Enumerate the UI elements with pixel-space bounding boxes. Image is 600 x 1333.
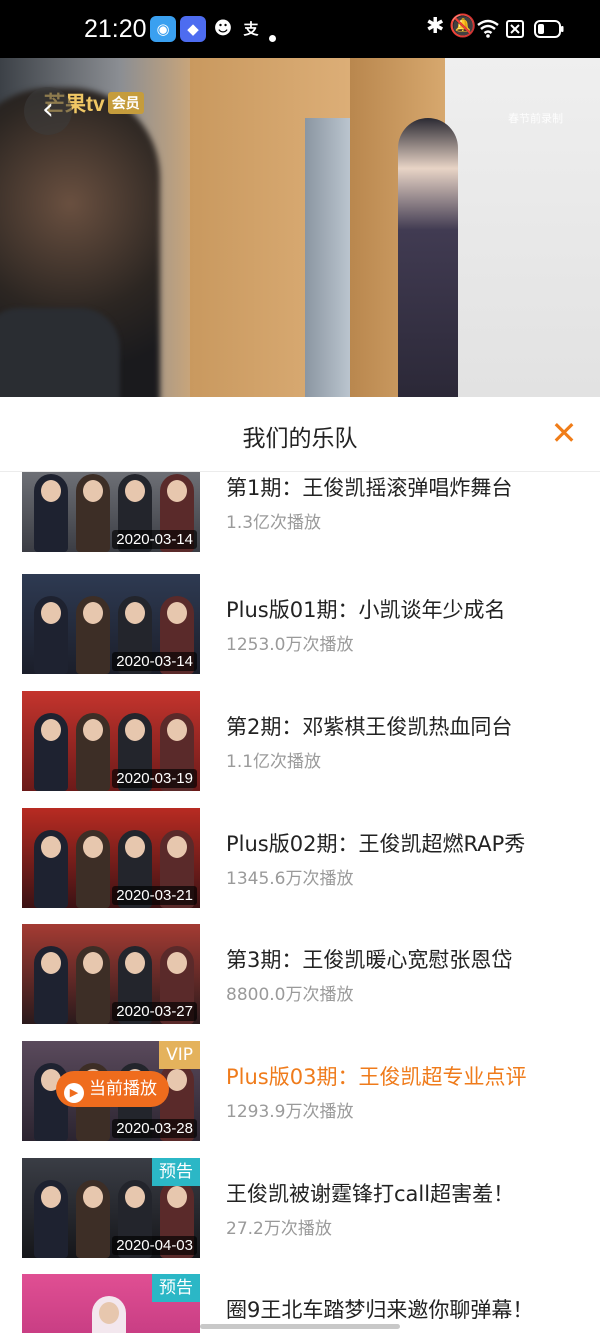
episode-play-count: 1.1亿次播放: [226, 752, 322, 772]
performer-silhouette: [76, 713, 110, 791]
performer-silhouette: [92, 1296, 126, 1333]
episode-title[interactable]: Plus版02期：王俊凯超燃RAP秀: [226, 828, 525, 858]
now-playing-badge: ▶ 当前播放: [56, 1071, 169, 1107]
now-playing-label: 当前播放: [89, 1079, 157, 1099]
notification-dot: [269, 35, 276, 42]
episode-title[interactable]: 第1期：王俊凯摇滚弹唱炸舞台: [226, 472, 512, 502]
episode-title[interactable]: 第2期：邓紫棋王俊凯热血同台: [226, 711, 512, 741]
performer-silhouette: [34, 713, 68, 791]
episode-thumbnail[interactable]: 预告 2020-04-03: [22, 1158, 200, 1258]
play-icon: ▶: [64, 1083, 84, 1103]
episode-title[interactable]: Plus版01期：小凯谈年少成名: [226, 594, 505, 624]
episode-thumbnail[interactable]: 2020-03-14: [22, 472, 200, 552]
episode-title[interactable]: 第3期：王俊凯暖心宽慰张恩岱: [226, 944, 512, 974]
episode-play-count: 8800.0万次播放: [226, 985, 354, 1005]
episode-item[interactable]: 2020-03-27 第3期：王俊凯暖心宽慰张恩岱 8800.0万次播放: [0, 924, 600, 1024]
episode-date: 2020-03-27: [112, 1002, 197, 1021]
video-frame-wall: [445, 58, 600, 397]
episode-play-count: 1345.6万次播放: [226, 869, 354, 889]
episode-title[interactable]: 圈9王北车踏梦归来邀你聊弹幕！: [226, 1294, 533, 1324]
episode-item[interactable]: 预告 2020-04-03 王俊凯被谢霆锋打call超害羞！ 27.2万次播放: [0, 1158, 600, 1258]
performer-silhouette: [76, 946, 110, 1024]
panel-title: 我们的乐队: [242, 426, 358, 452]
episode-thumbnail[interactable]: 2020-03-14: [22, 574, 200, 674]
episode-date: 2020-03-14: [112, 652, 197, 671]
episode-play-count: 1293.9万次播放: [226, 1102, 354, 1122]
episode-date: 2020-03-28: [112, 1119, 197, 1138]
episode-thumbnail[interactable]: 2020-03-21: [22, 808, 200, 908]
clock: 21:20: [84, 15, 147, 43]
performer-silhouette: [34, 596, 68, 674]
logo-badge: 会员: [107, 92, 144, 114]
preview-badge: 预告: [152, 1158, 200, 1186]
performer-silhouette: [76, 1180, 110, 1258]
video-watermark: 春节前录制: [508, 112, 563, 125]
episode-thumbnail[interactable]: 2020-03-19: [22, 691, 200, 791]
episode-panel-header: 我们的乐队 ✕: [0, 397, 600, 472]
episode-date: 2020-04-03: [112, 1236, 197, 1255]
video-frame-person: [398, 118, 458, 397]
performer-silhouette: [76, 596, 110, 674]
performer-silhouette: [76, 474, 110, 552]
qq-icon: ◉: [150, 16, 176, 42]
episode-thumbnail[interactable]: 2020-03-27: [22, 924, 200, 1024]
episode-list[interactable]: 2020-03-14 第1期：王俊凯摇滚弹唱炸舞台 1.3亿次播放 2020-03-1…: [0, 472, 600, 1333]
episode-title[interactable]: Plus版03期：王俊凯超专业点评: [226, 1061, 526, 1091]
alipay-icon: 支: [243, 20, 259, 38]
episode-play-count: 27.2万次播放: [226, 1219, 332, 1239]
episode-thumbnail[interactable]: VIP ▶ 当前播放 2020-03-28: [22, 1041, 200, 1141]
status-bar: 21:20 ◉ ◆ ☻ 支 ✱ 🔕: [0, 0, 600, 58]
performer-silhouette: [34, 474, 68, 552]
performer-silhouette: [34, 1180, 68, 1258]
performer-silhouette: [76, 830, 110, 908]
video-frame-shoulder: [0, 308, 120, 397]
episode-item[interactable]: 2020-03-19 第2期：邓紫棋王俊凯热血同台 1.1亿次播放: [0, 691, 600, 791]
x-icon: [506, 20, 524, 38]
episode-date: 2020-03-14: [112, 530, 197, 549]
close-icon: ✕: [550, 414, 578, 452]
episode-item[interactable]: 2020-03-14 第1期：王俊凯摇滚弹唱炸舞台 1.3亿次播放: [0, 472, 600, 552]
feishu-icon: ◆: [180, 16, 206, 42]
performer-silhouette: [34, 946, 68, 1024]
chevron-left-icon: ‹: [42, 92, 54, 127]
vip-badge: VIP: [159, 1041, 200, 1069]
back-button[interactable]: ‹: [24, 87, 72, 135]
mute-bell-icon: 🔕: [449, 14, 477, 39]
episode-play-count: 1.3亿次播放: [226, 513, 322, 533]
episode-title[interactable]: 王俊凯被谢霆锋打call超害羞！: [226, 1178, 514, 1208]
performer-silhouette: [34, 830, 68, 908]
episode-date: 2020-03-19: [112, 769, 197, 788]
episode-play-count: 1253.0万次播放: [226, 635, 354, 655]
close-button[interactable]: ✕: [548, 415, 580, 451]
wechat-icon: ☻: [213, 18, 233, 39]
episode-thumbnail[interactable]: 预告: [22, 1274, 200, 1333]
bluetooth-icon: ✱: [426, 14, 445, 39]
episode-date: 2020-03-21: [112, 886, 197, 905]
video-player[interactable]: 芒果tv 会员 春节前录制 ‹: [0, 58, 600, 397]
episode-item[interactable]: VIP ▶ 当前播放 2020-03-28 Plus版03期：王俊凯超专业点评 1293.…: [0, 1041, 600, 1141]
wifi-icon: [477, 19, 499, 38]
home-indicator[interactable]: [200, 1324, 400, 1329]
episode-item[interactable]: 2020-03-21 Plus版02期：王俊凯超燃RAP秀 1345.6万次播放: [0, 808, 600, 908]
preview-badge: 预告: [152, 1274, 200, 1302]
episode-item[interactable]: 2020-03-14 Plus版01期：小凯谈年少成名 1253.0万次播放: [0, 574, 600, 674]
battery-icon: [534, 20, 564, 38]
